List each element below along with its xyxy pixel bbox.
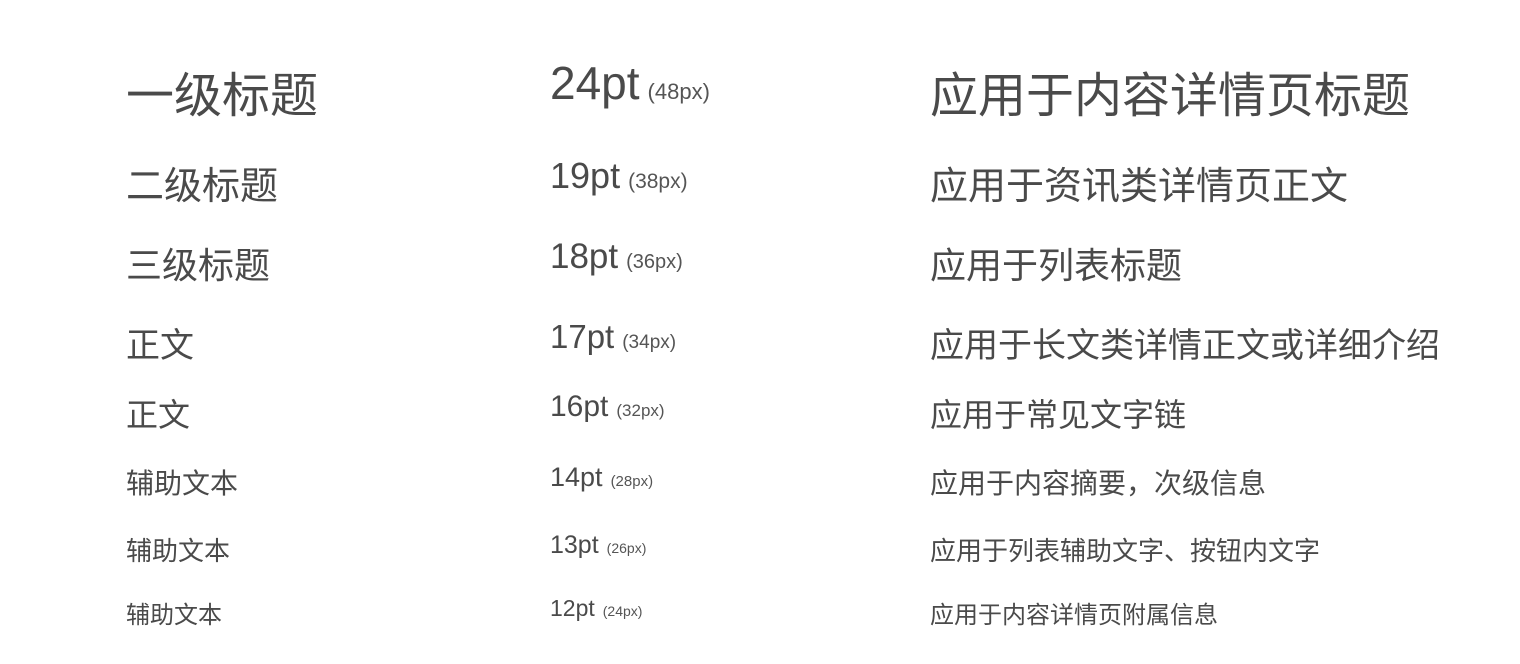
type-size: 17pt (34px) bbox=[550, 318, 676, 356]
size-px: (36px) bbox=[626, 251, 683, 273]
type-name: 辅助文本 bbox=[126, 536, 231, 566]
size-pt: 19pt bbox=[550, 155, 621, 196]
type-usage: 应用于长文类详情正文或详细介绍 bbox=[930, 327, 1440, 365]
type-name: 正文 bbox=[126, 327, 194, 365]
type-name: 辅助文本 bbox=[126, 602, 222, 629]
type-size: 18pt (36px) bbox=[550, 237, 683, 277]
type-size: 19pt (38px) bbox=[550, 155, 688, 197]
type-size: 24pt (48px) bbox=[550, 56, 710, 110]
size-px: (26px) bbox=[606, 540, 647, 556]
size-pt: 12pt bbox=[550, 595, 595, 621]
size-pt: 18pt bbox=[550, 237, 619, 276]
type-name: 正文 bbox=[126, 397, 191, 433]
size-px: (32px) bbox=[616, 401, 665, 420]
size-pt: 14pt bbox=[550, 462, 603, 492]
type-name: 二级标题 bbox=[126, 166, 279, 208]
type-size: 13pt (26px) bbox=[550, 531, 646, 560]
size-pt: 16pt bbox=[550, 390, 609, 423]
type-usage: 应用于资讯类详情页正文 bbox=[930, 166, 1349, 208]
size-px: (28px) bbox=[610, 473, 654, 490]
type-usage: 应用于列表标题 bbox=[930, 245, 1183, 286]
size-px: (34px) bbox=[622, 332, 677, 353]
type-name: 三级标题 bbox=[126, 245, 271, 286]
size-pt: 13pt bbox=[550, 531, 599, 559]
type-usage: 应用于内容详情页附属信息 bbox=[930, 602, 1218, 629]
size-px: (48px) bbox=[647, 79, 710, 104]
type-usage: 应用于内容摘要，次级信息 bbox=[930, 468, 1267, 499]
size-px: (24px) bbox=[602, 603, 643, 619]
type-usage: 应用于内容详情页标题 bbox=[930, 70, 1411, 123]
type-usage: 应用于列表辅助文字、按钮内文字 bbox=[930, 536, 1321, 566]
size-px: (38px) bbox=[628, 170, 688, 193]
size-pt: 17pt bbox=[550, 318, 615, 355]
type-name: 辅助文本 bbox=[126, 468, 239, 499]
type-usage: 应用于常见文字链 bbox=[930, 397, 1187, 433]
type-size: 12pt (24px) bbox=[550, 595, 642, 622]
type-size: 16pt (32px) bbox=[550, 390, 665, 424]
size-pt: 24pt bbox=[550, 57, 640, 109]
type-size: 14pt (28px) bbox=[550, 462, 653, 493]
type-name: 一级标题 bbox=[126, 70, 319, 123]
